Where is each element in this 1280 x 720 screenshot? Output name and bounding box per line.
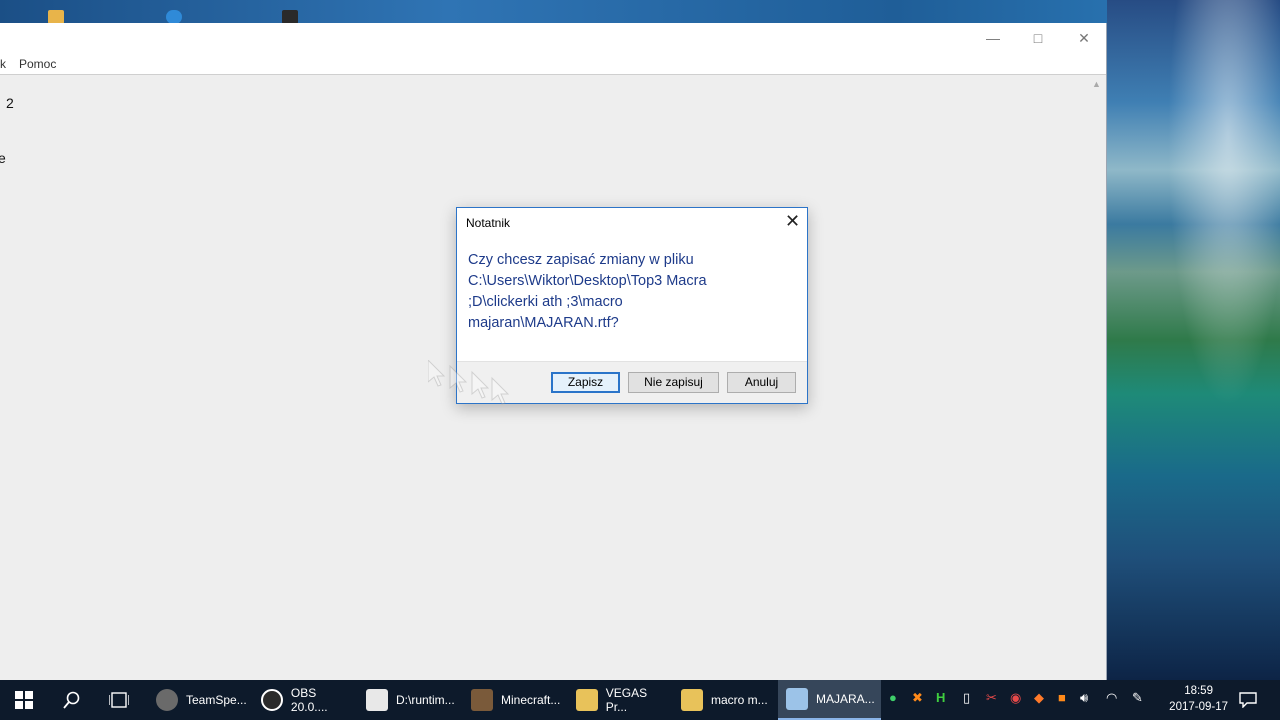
windows-start-icon[interactable] [12,688,36,712]
taskbar-app-label: macro m... [711,693,768,707]
vertical-scrollbar[interactable]: ▲ [1089,75,1106,680]
tray-app-icon[interactable]: ✖ [912,690,923,706]
taskbar-app-teamspeak[interactable]: TeamSpe... [148,680,251,720]
folder-icon[interactable] [48,10,64,24]
search-icon[interactable] [60,688,84,712]
taskbar-app-label: VEGAS Pr... [605,686,648,714]
wifi-icon[interactable]: ◠ [1106,690,1117,706]
dialog-message: Czy chcesz zapisać zmiany w pliku C:\Use… [468,252,707,331]
clock[interactable]: 18:59 2017-09-17 [1169,683,1228,715]
taskbar-app-obs[interactable]: OBS 20.0.... [253,680,356,720]
java-icon [366,689,388,711]
dialog-close-icon[interactable]: ✕ [785,212,800,230]
menu-item-partial[interactable]: k [0,57,6,71]
taskbar-app-label: Minecraft... [501,693,561,707]
maximize-button[interactable]: □ [1026,27,1050,49]
taskbar-app-label: TeamSpe... [186,693,247,707]
tray-app-icon[interactable]: ✂ [986,690,997,706]
taskbar-app-label: D:\runtim... [396,693,455,707]
taskbar-app-minecraft[interactable]: Minecraft... [463,680,566,720]
taskbar: TeamSpe... OBS 20.0.... D:\runtim... Min… [0,680,1280,720]
close-button[interactable]: ✕ [1072,27,1096,49]
tray-app-icon[interactable]: ◆ [1034,690,1044,706]
cancel-button[interactable]: Anuluj [727,372,796,393]
minimize-button[interactable]: — [981,27,1005,49]
taskbar-app-notepad[interactable]: MAJARA... [778,680,881,720]
tray-app-icon[interactable]: H [936,690,945,705]
menu-item-help[interactable]: Pomoc [19,57,56,71]
edge-icon[interactable] [166,10,182,24]
text-line: e [0,150,6,166]
obs-icon [261,689,283,711]
app-icon[interactable] [282,10,298,24]
dont-save-button[interactable]: Nie zapisuj [628,372,719,393]
task-view-icon[interactable] [107,688,131,712]
taskbar-app-label: MAJARA... [816,692,875,706]
desktop-wallpaper-right [1107,0,1280,680]
taskbar-app-label: OBS 20.0.... [290,686,328,714]
taskbar-app-macro-folder[interactable]: macro m... [673,680,776,720]
minecraft-icon [471,689,493,711]
tray-app-icon[interactable]: ● [889,690,897,705]
scroll-up-icon[interactable]: ▲ [1092,79,1101,89]
notepad-icon [786,688,808,710]
usb-icon[interactable]: ▯ [963,690,970,706]
tray-app-icon[interactable]: ■ [1058,690,1066,705]
desktop-wallpaper-top [0,0,1280,24]
folder-icon [681,689,703,711]
menu-bar: k Pomoc [0,53,1106,75]
teamspeak-icon [156,689,178,711]
text-line: 2 [6,95,14,111]
tray-app-icon[interactable]: ◉ [1010,690,1021,706]
pen-icon[interactable]: ✎ [1132,690,1143,706]
folder-icon [576,689,598,711]
taskbar-app-vegas-folder[interactable]: VEGAS Pr... [568,680,671,720]
clock-date: 2017-09-17 [1169,701,1228,713]
clock-time: 18:59 [1184,685,1213,697]
notepad-titlebar[interactable]: — □ ✕ [0,23,1106,53]
taskbar-app-java[interactable]: D:\runtim... [358,680,461,720]
save-button[interactable]: Zapisz [551,372,620,393]
dialog-title: Notatnik [466,216,511,230]
cursor-trail-icon [428,360,510,405]
notifications-icon[interactable] [1236,688,1260,712]
volume-icon[interactable]: 🔊︎ [1080,690,1088,706]
